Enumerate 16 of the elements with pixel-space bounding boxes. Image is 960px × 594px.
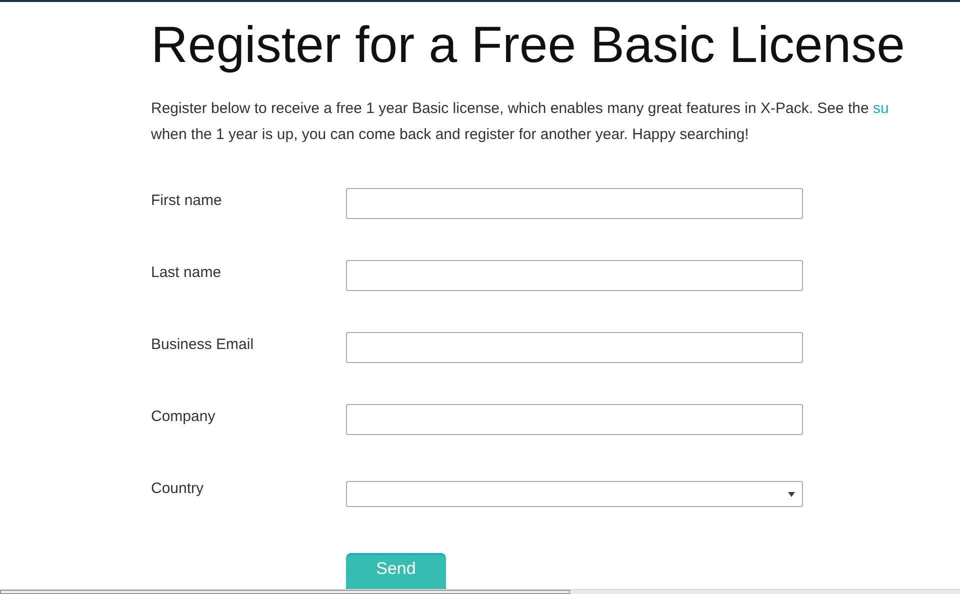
intro-text: Register below to receive a free 1 year Basic license, which enables many great features in X-Pack. See the su when the 1 year is up, you can come back and register for another year. Happy searching! bbox=[151, 99, 889, 145]
scrollbar-thumb[interactable] bbox=[0, 590, 570, 594]
field-label: Company bbox=[151, 407, 216, 425]
caret-icon bbox=[788, 492, 795, 496]
intro-link[interactable]: su bbox=[873, 100, 889, 117]
field-label: Business Email bbox=[151, 335, 255, 353]
input-field[interactable] bbox=[346, 260, 803, 291]
page-title: Register for a Free Basic License bbox=[151, 15, 905, 75]
field-label: Country bbox=[151, 479, 205, 497]
horizontal-scrollbar[interactable] bbox=[0, 589, 960, 594]
input-field[interactable] bbox=[346, 332, 803, 363]
input-field[interactable] bbox=[346, 188, 803, 219]
input-field[interactable] bbox=[346, 404, 803, 435]
field-label: First name bbox=[151, 191, 223, 209]
field-label: Last name bbox=[151, 263, 222, 281]
country-select[interactable] bbox=[346, 481, 803, 507]
